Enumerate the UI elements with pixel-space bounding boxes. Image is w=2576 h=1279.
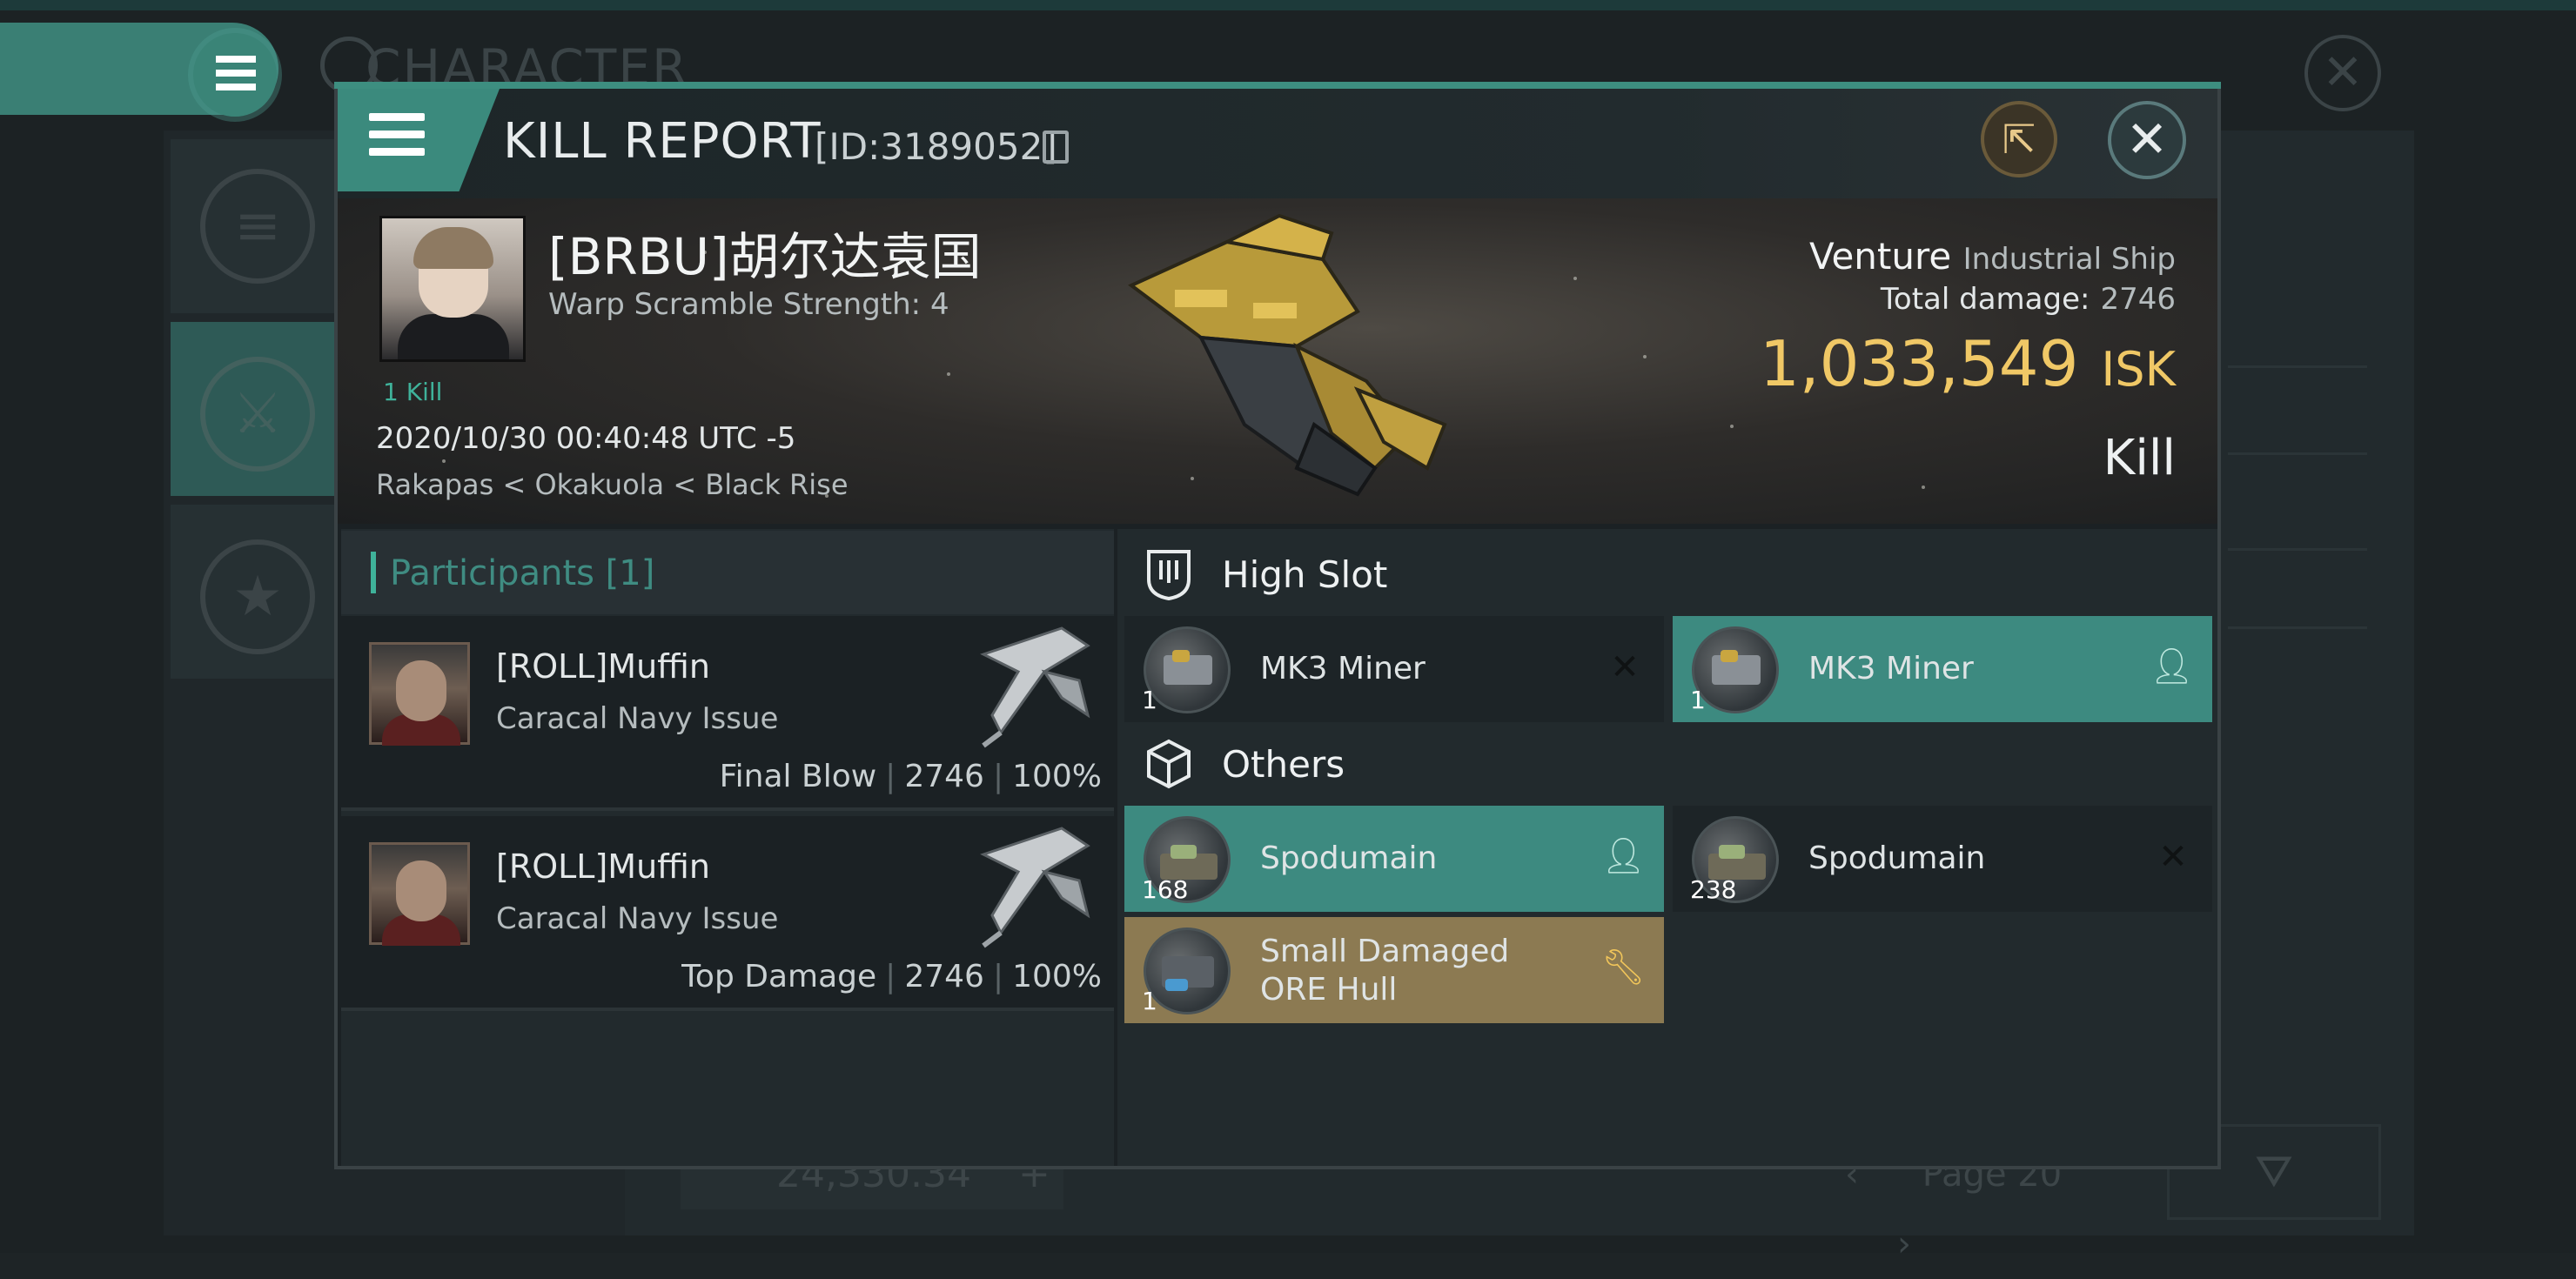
others-label: Others [1222,743,1345,786]
high-slot-icon [1147,550,1191,600]
isk-value: 1,033,549 ISK [1654,327,2176,400]
background-divider [2228,548,2367,551]
item-quantity: 238 [1690,875,1737,904]
side-tab-list[interactable]: ≡ [171,139,336,313]
side-tab-combat[interactable]: ⚔ [171,322,336,496]
background-divider [2228,626,2367,629]
item-card[interactable]: 238 Spodumain ✕ [1673,806,2212,912]
participant-portrait[interactable] [369,642,470,746]
participant-percent: 100% [1012,759,1102,794]
isk-unit: ISK [2101,342,2176,397]
isk-amount: 1,033,549 [1759,327,2079,400]
x-icon: ✕ [2158,837,2188,877]
menu-icon [369,113,425,158]
total-damage-label: Total damage: [1880,282,2090,317]
close-icon: ✕ [2125,110,2169,169]
total-damage: Total damage: 2746 [1793,282,2176,317]
modal-title: KILL REPORT [503,113,822,170]
item-name: Spodumain [1260,840,1438,876]
high-slot-label: High Slot [1222,553,1388,596]
background-menu-icon [216,56,256,90]
item-name: Small Damaged ORE Hull [1260,934,1510,1008]
star-icon: ★ [200,539,315,654]
x-icon: ✕ [1610,647,1640,687]
participant-name[interactable]: [ROLL]Muffin [496,647,710,686]
side-tab-favorites[interactable]: ★ [171,505,336,679]
modal-top-accent [334,82,2221,89]
participant-role: Top Damage [681,959,877,994]
item-card[interactable]: 1 Small Damaged ORE Hull 🔧︎ [1124,917,1664,1023]
cargo-box-icon [1147,739,1191,789]
ship-name: Venture [1809,235,1952,278]
participant-percent: 100% [1012,959,1102,994]
wrench-icon: 🔧︎ [1601,948,1646,988]
background-top-strip [0,0,2576,10]
participant-ship-image[interactable] [966,820,1097,950]
background-close-button[interactable]: ✕ [2304,35,2381,111]
high-slot-header: High Slot [1124,532,2214,619]
external-link-icon: ⇱ [2002,116,2036,163]
participant-ship: Caracal Navy Issue [496,901,779,936]
item-quantity: 168 [1142,875,1189,904]
copy-icon[interactable] [1043,131,1069,164]
item-name: MK3 Miner [1260,651,1426,686]
kill-result: Kill [2103,430,2176,486]
item-quantity: 1 [1142,987,1157,1015]
participant-stats: Top Damage | 2746 | 100% [681,959,1102,994]
item-name: MK3 Miner [1808,651,1974,686]
kill-location[interactable]: Rakapas < Okakuola < Black Rise [376,468,849,501]
total-damage-value: 2746 [2100,282,2176,317]
victim-ship-image[interactable] [1097,207,1462,503]
person-icon: 👤︎ [2150,646,2194,686]
close-button[interactable]: ✕ [2108,101,2186,179]
crossed-swords-icon: ⚔ [200,357,315,472]
participant-portrait[interactable] [369,842,470,946]
victim-name[interactable]: [BRBU]胡尔达袁国 [548,216,982,289]
person-icon: 👤︎ [1601,836,1646,876]
participant-role: Final Blow [719,759,877,794]
item-card[interactable]: 1 MK3 Miner 👤︎ [1673,616,2212,722]
victim-kill-count: 1 Kill [383,378,443,406]
kill-id: [ID:3189052] [815,125,1057,168]
victim-ship[interactable]: Venture Industrial Ship [1793,235,2176,278]
next-page-button[interactable]: › [1897,1224,1911,1264]
participants-header-accent [371,552,376,593]
participant-damage: 2746 [904,959,984,994]
warp-scramble-strength: Warp Scramble Strength: 4 [548,287,949,322]
item-card[interactable]: 1 MK3 Miner ✕ [1124,616,1664,722]
filter-icon: ⛛ [2255,1146,2293,1198]
participant-name[interactable]: [ROLL]Muffin [496,847,710,886]
participant-ship-image[interactable] [966,619,1097,750]
participants-title: Participants [1] [390,553,655,593]
item-card[interactable]: 168 Spodumain 👤︎ [1124,806,1664,912]
kill-timestamp: 2020/10/30 00:40:48 UTC -5 [376,421,796,456]
participant-stats: Final Blow | 2746 | 100% [719,759,1102,794]
victim-portrait[interactable] [379,216,526,362]
background-divider [2228,452,2367,455]
item-quantity: 1 [1142,686,1157,714]
item-name: Spodumain [1808,840,1986,876]
list-icon: ≡ [200,169,315,284]
share-button[interactable]: ⇱ [1981,101,2057,177]
participant-ship: Caracal Navy Issue [496,701,779,736]
item-quantity: 1 [1690,686,1706,714]
others-header: Others [1124,722,2214,809]
ship-class: Industrial Ship [1962,242,2176,277]
participant-damage: 2746 [904,759,984,794]
background-divider [2228,365,2367,368]
background-menu-button[interactable] [193,33,277,117]
